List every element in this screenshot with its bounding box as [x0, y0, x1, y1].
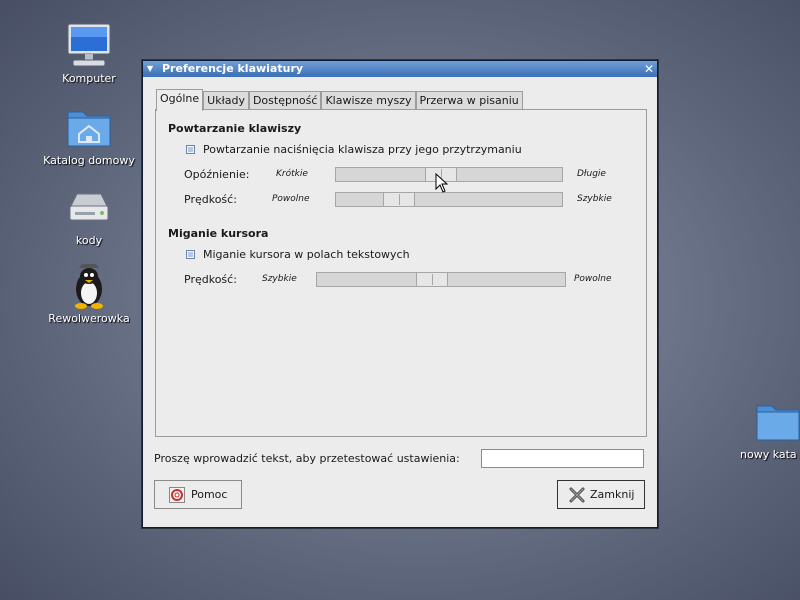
tab-layouts[interactable]: Układy	[203, 91, 249, 110]
keyboard-preferences-window: ▼ Preferencje klawiatury ✕ Ogólne Układy…	[141, 59, 659, 529]
blink-checkbox-label: Miganie kursora w polach tekstowych	[203, 248, 410, 261]
test-input-label: Proszę wprowadzić tekst, aby przetestowa…	[154, 452, 460, 465]
tab-mouse-keys[interactable]: Klawisze myszy	[321, 91, 416, 110]
blink-checkbox[interactable]	[186, 250, 195, 259]
tab-general[interactable]: Ogólne	[156, 89, 204, 111]
test-input[interactable]	[481, 449, 644, 468]
blink-speed-slider-handle[interactable]	[416, 272, 448, 287]
desktop-icon-label: Katalog domowy	[43, 154, 135, 167]
desktop-icon-new-folder[interactable]: nowy kata	[740, 398, 800, 461]
blink-speed-slider[interactable]	[316, 272, 566, 287]
drive-icon	[65, 184, 113, 232]
help-icon	[169, 486, 185, 503]
desktop-icon-computer[interactable]: Komputer	[34, 22, 144, 85]
repeat-speed-slider[interactable]	[335, 192, 563, 207]
close-button-label: Zamknij	[590, 488, 635, 501]
close-button[interactable]: Zamknij	[557, 480, 645, 509]
help-button-label: Pomoc	[191, 488, 228, 501]
blink-speed-max-label: Powolne	[574, 274, 612, 284]
tab-accessibility[interactable]: Dostępność	[248, 91, 322, 110]
window-title: Preferencje klawiatury	[162, 62, 304, 75]
folder-icon	[754, 398, 800, 446]
window-close-icon[interactable]: ✕	[644, 61, 654, 77]
cursor-section-title: Miganie kursora	[168, 227, 269, 240]
repeat-speed-slider-handle[interactable]	[383, 192, 415, 207]
tab-typing-break[interactable]: Przerwa w pisaniu	[415, 91, 523, 110]
repeat-section-title: Powtarzanie klawiszy	[168, 122, 302, 135]
blink-speed-label: Prędkość:	[184, 273, 237, 286]
tab-bar: Ogólne Układy Dostępność Klawisze myszy …	[156, 89, 523, 111]
repeat-speed-min-label: Powolne	[272, 194, 310, 204]
mouse-pointer-icon	[435, 172, 449, 196]
desktop-icon-home-folder[interactable]: Katalog domowy	[34, 104, 144, 167]
help-button[interactable]: Pomoc	[154, 480, 242, 509]
repeat-speed-label: Prędkość:	[184, 193, 237, 206]
repeat-checkbox-label: Powtarzanie naciśnięcia klawisza przy je…	[203, 143, 522, 156]
home-folder-icon	[65, 104, 113, 152]
blink-speed-min-label: Szybkie	[262, 274, 297, 284]
desktop-icon-drive[interactable]: kody	[34, 184, 144, 247]
repeat-speed-max-label: Szybkie	[577, 194, 612, 204]
desktop-icon-penguin[interactable]: Rewolwerowka	[34, 262, 144, 325]
delay-max-label: Długie	[577, 169, 606, 179]
blink-checkbox-row[interactable]: Miganie kursora w polach tekstowych	[186, 248, 410, 261]
repeat-checkbox[interactable]	[186, 145, 195, 154]
penguin-icon	[65, 262, 113, 310]
window-titlebar[interactable]: ▼ Preferencje klawiatury ✕	[143, 61, 657, 77]
delay-slider[interactable]	[335, 167, 563, 182]
repeat-checkbox-row[interactable]: Powtarzanie naciśnięcia klawisza przy je…	[186, 143, 522, 156]
delay-min-label: Krótkie	[276, 169, 308, 179]
delay-label: Opóźnienie:	[184, 168, 250, 181]
close-icon	[568, 486, 586, 504]
desktop-icon-label: Rewolwerowka	[48, 312, 130, 325]
general-tab-panel: Powtarzanie klawiszy Powtarzanie naciśni…	[155, 109, 647, 437]
desktop-icon-label: nowy kata	[740, 448, 797, 461]
desktop-icon-label: kody	[75, 234, 103, 247]
computer-icon	[65, 22, 113, 70]
window-menu-icon[interactable]: ▼	[147, 61, 153, 77]
desktop-icon-label: Komputer	[62, 72, 116, 85]
